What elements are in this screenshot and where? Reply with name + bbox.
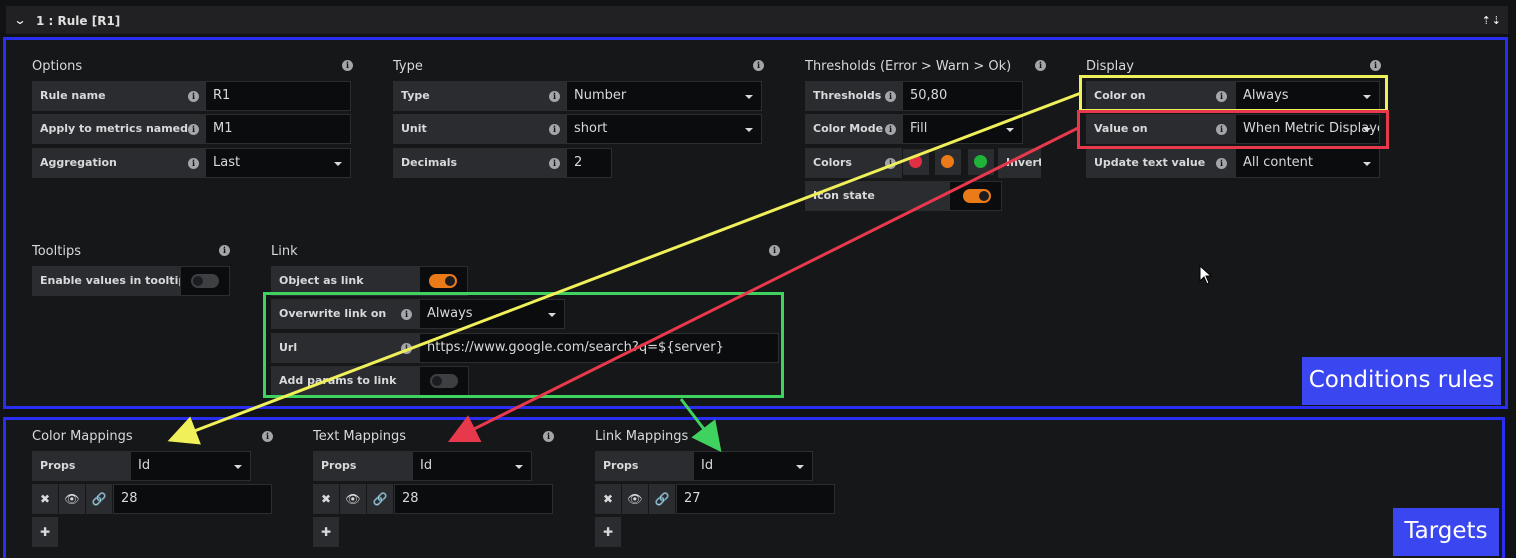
mouse-cursor-icon xyxy=(1199,265,1213,285)
annotation-arrows xyxy=(167,91,1082,453)
red-arrow xyxy=(447,126,1079,443)
conditions-rules-badge: Conditions rules xyxy=(1302,357,1501,405)
green-arrow xyxy=(679,398,722,453)
yellow-arrow xyxy=(167,91,1082,445)
targets-badge: Targets xyxy=(1393,508,1499,556)
